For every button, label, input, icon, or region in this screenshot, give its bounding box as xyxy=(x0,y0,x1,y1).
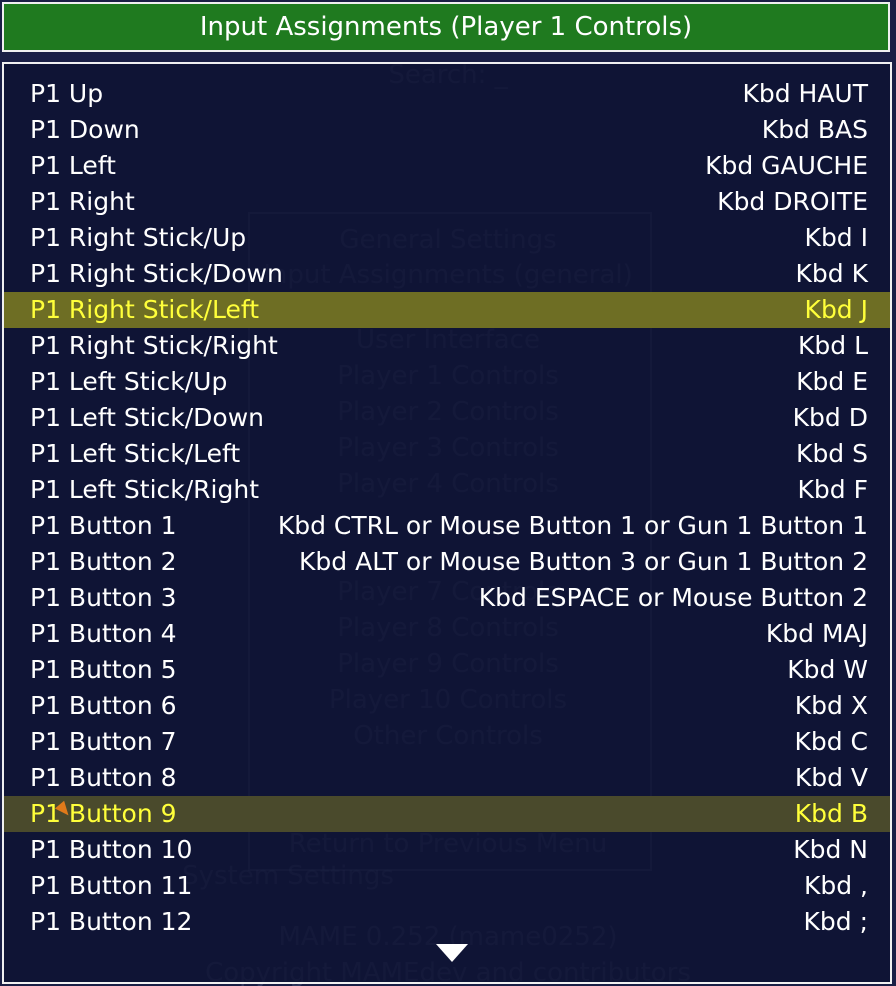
input-row[interactable]: P1 Button 11 Kbd , xyxy=(4,868,890,904)
input-row[interactable]: P1 Button 8 Kbd V xyxy=(4,760,890,796)
input-row[interactable]: P1 Right Stick/Right Kbd L xyxy=(4,328,890,364)
input-binding: Kbd HAUT xyxy=(742,79,868,108)
input-row[interactable]: P1 Button 5 Kbd W xyxy=(4,652,890,688)
input-name: P1 Right Stick/Left xyxy=(30,295,260,324)
input-row[interactable]: P1 Left Stick/Right Kbd F xyxy=(4,472,890,508)
input-row[interactable]: P1 Button 6 Kbd X xyxy=(4,688,890,724)
input-binding: Kbd W xyxy=(787,655,868,684)
input-name: P1 Button 7 xyxy=(30,727,177,756)
input-row[interactable]: P1 Button 2 Kbd ALT or Mouse Button 3 or … xyxy=(4,544,890,580)
input-binding: Kbd K xyxy=(795,259,868,288)
input-name: P1 Up xyxy=(30,79,104,108)
input-binding: Kbd ALT or Mouse Button 3 or Gun 1 Butto… xyxy=(299,547,868,576)
menu-title: Input Assignments (Player 1 Controls) xyxy=(199,12,693,42)
input-binding: Kbd ; xyxy=(803,907,868,936)
input-row[interactable]: P1 Right Stick/Up Kbd I xyxy=(4,220,890,256)
input-name: P1 Left Stick/Up xyxy=(30,367,228,396)
input-binding: Kbd BAS xyxy=(761,115,868,144)
input-binding: Kbd X xyxy=(794,691,868,720)
input-row[interactable]: P1 Button 4 Kbd MAJ xyxy=(4,616,890,652)
input-binding: Kbd C xyxy=(794,727,868,756)
input-binding: Kbd J xyxy=(804,295,868,324)
input-binding: Kbd D xyxy=(792,403,868,432)
mame-ui-screen: MAME Configuration Options Search: _ Gen… xyxy=(0,0,896,986)
input-binding: Kbd F xyxy=(797,475,868,504)
input-name: P1 Right Stick/Down xyxy=(30,259,283,288)
input-name: P1 Right Stick/Up xyxy=(30,223,247,252)
input-name: P1 Right Stick/Right xyxy=(30,331,278,360)
input-row[interactable]: P1 Button 9 Kbd B xyxy=(4,796,890,832)
input-name: P1 Button 12 xyxy=(30,907,193,936)
input-row[interactable]: P1 Right Stick/Left Kbd J xyxy=(4,292,890,328)
input-name: P1 Left Stick/Down xyxy=(30,403,265,432)
input-row[interactable]: P1 Up Kbd HAUT xyxy=(4,76,890,112)
input-assignments-panel: P1 Up Kbd HAUT P1 Down Kbd BAS P1 Left Kbd GA… xyxy=(2,62,892,984)
input-name: P1 Right xyxy=(30,187,135,216)
scroll-down-arrow-icon[interactable] xyxy=(436,944,468,962)
input-row[interactable]: P1 Right Kbd DROITE xyxy=(4,184,890,220)
input-name: P1 Button 1 xyxy=(30,511,177,540)
input-row[interactable]: P1 Button 1 Kbd CTRL or Mouse Button 1 or… xyxy=(4,508,890,544)
input-binding: Kbd V xyxy=(794,763,868,792)
input-row[interactable]: P1 Button 10 Kbd N xyxy=(4,832,890,868)
input-name: P1 Button 4 xyxy=(30,619,177,648)
input-name: P1 Button 9 xyxy=(30,799,177,828)
input-row[interactable]: P1 Button 7 Kbd C xyxy=(4,724,890,760)
input-binding: Kbd ESPACE or Mouse Button 2 xyxy=(478,583,868,612)
input-binding: Kbd E xyxy=(796,367,868,396)
input-row[interactable]: P1 Left Stick/Up Kbd E xyxy=(4,364,890,400)
input-binding: Kbd MAJ xyxy=(765,619,868,648)
input-row[interactable]: P1 Down Kbd BAS xyxy=(4,112,890,148)
input-row[interactable]: P1 Button 12 Kbd ; xyxy=(4,904,890,940)
input-name: P1 Left Stick/Left xyxy=(30,439,241,468)
input-binding: Kbd B xyxy=(794,799,868,828)
input-binding: Kbd , xyxy=(803,871,868,900)
input-name: P1 Left xyxy=(30,151,116,180)
input-name: P1 Button 8 xyxy=(30,763,177,792)
input-binding: Kbd CTRL or Mouse Button 1 or Gun 1 Butt… xyxy=(277,511,868,540)
input-name: P1 Left Stick/Right xyxy=(30,475,260,504)
input-name: P1 Button 5 xyxy=(30,655,177,684)
input-name: P1 Button 10 xyxy=(30,835,193,864)
input-binding: Kbd S xyxy=(796,439,868,468)
input-row[interactable]: P1 Left Stick/Down Kbd D xyxy=(4,400,890,436)
input-binding: Kbd GAUCHE xyxy=(705,151,868,180)
input-row[interactable]: P1 Button 3 Kbd ESPACE or Mouse Button 2 xyxy=(4,580,890,616)
input-name: P1 Button 2 xyxy=(30,547,177,576)
menu-title-bar: Input Assignments (Player 1 Controls) xyxy=(2,2,890,52)
input-binding: Kbd DROITE xyxy=(717,187,868,216)
input-row[interactable]: P1 Left Kbd GAUCHE xyxy=(4,148,890,184)
input-row[interactable]: P1 Right Stick/Down Kbd K xyxy=(4,256,890,292)
input-name: P1 Button 3 xyxy=(30,583,177,612)
input-binding: Kbd I xyxy=(804,223,868,252)
input-name: P1 Button 6 xyxy=(30,691,177,720)
input-row[interactable]: P1 Left Stick/Left Kbd S xyxy=(4,436,890,472)
input-name: P1 Down xyxy=(30,115,140,144)
input-list: P1 Up Kbd HAUT P1 Down Kbd BAS P1 Left Kbd GA… xyxy=(4,76,890,940)
input-binding: Kbd N xyxy=(793,835,868,864)
input-name: P1 Button 11 xyxy=(30,871,193,900)
input-binding: Kbd L xyxy=(797,331,868,360)
